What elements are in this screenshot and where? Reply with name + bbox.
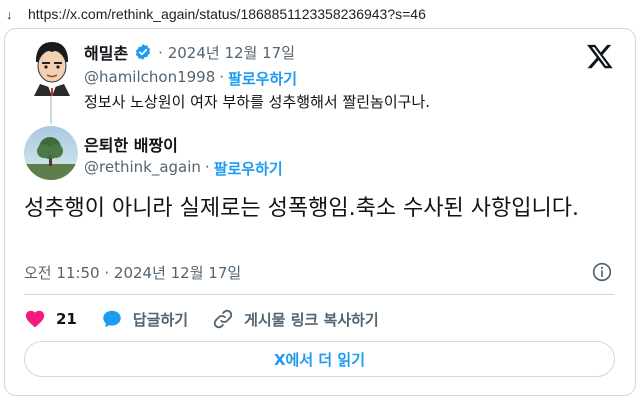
read-more-on-x-button[interactable]: X에서 더 읽기 — [24, 341, 615, 377]
author-avatar[interactable] — [24, 126, 78, 180]
like-count: 21 — [56, 310, 77, 328]
x-logo-icon[interactable] — [586, 42, 614, 70]
quoted-author-handle[interactable]: @hamilchon1998 — [84, 68, 215, 89]
separator-dot: · — [219, 68, 225, 86]
copy-link-label: 게시물 링크 복사하기 — [244, 310, 379, 329]
address-bar[interactable]: ↓ https://x.com/rethink_again/status/186… — [0, 0, 640, 28]
reply-bubble-icon — [103, 310, 121, 328]
separator-dot: · — [204, 158, 210, 176]
quoted-author-row: 해밀촌 · 2024년 12월 17일 — [84, 40, 295, 64]
tweet-timestamp[interactable]: 오전 11:50 · 2024년 12월 17일 — [24, 262, 241, 283]
author-handle[interactable]: @rethink_again — [84, 158, 201, 179]
reply-button[interactable]: 답글하기 — [101, 308, 188, 330]
thread-connector-line — [50, 96, 52, 124]
quoted-handle-row: @hamilchon1998 · 팔로우하기 — [84, 68, 297, 89]
author-handle-row: @rethink_again · 팔로우하기 — [84, 158, 283, 179]
tweet-text: 성추행이 아니라 실제로는 성폭행임.축소 수사된 사항입니다. — [24, 196, 579, 221]
follow-button[interactable]: 팔로우하기 — [214, 158, 283, 179]
action-bar: 21 답글하기 게시물 링크 복사하기 — [24, 306, 403, 332]
heart-icon — [25, 310, 45, 328]
quoted-tweet-text: 정보사 노상원이 여자 부하를 성추행해서 짤린놈이구나. — [84, 93, 431, 111]
link-icon — [213, 309, 233, 329]
quoted-author-name[interactable]: 해밀촌 — [84, 40, 128, 64]
author-name[interactable]: 은퇴한 배짱이 — [84, 132, 178, 156]
quoted-author-avatar[interactable] — [26, 38, 78, 96]
copy-link-button[interactable]: 게시물 링크 복사하기 — [212, 308, 379, 330]
reply-label: 답글하기 — [132, 310, 189, 329]
verified-badge-icon — [136, 44, 151, 60]
divider — [24, 294, 614, 295]
url-text[interactable]: https://x.com/rethink_again/status/18688… — [28, 6, 426, 22]
quoted-tweet-date[interactable]: · 2024년 12월 17일 — [158, 42, 295, 63]
like-button[interactable]: 21 — [24, 308, 77, 330]
info-icon[interactable] — [592, 262, 612, 282]
quoted-follow-button[interactable]: 팔로우하기 — [228, 68, 297, 89]
back-arrow-icon[interactable]: ↓ — [6, 7, 20, 22]
